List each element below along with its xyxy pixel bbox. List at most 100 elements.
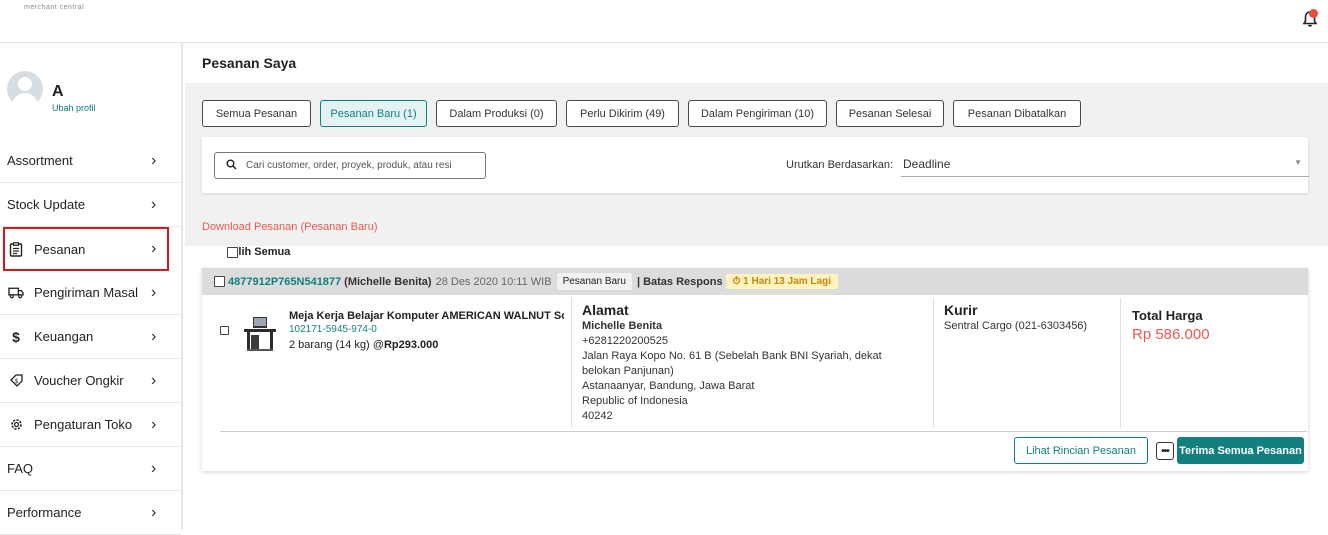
sidebar-item-label: FAQ (7, 461, 34, 476)
chevron-right-icon: › (151, 503, 157, 521)
sort-select[interactable]: Deadline ▼ (901, 150, 1309, 177)
divider (933, 298, 934, 428)
divider (571, 298, 572, 428)
page-title: Pesanan Saya (202, 55, 297, 71)
chevron-right-icon: › (151, 415, 157, 433)
notification-badge (1309, 9, 1318, 18)
shipping-address: Alamat Michelle Benita +6281220200525 Ja… (582, 303, 922, 424)
chevron-right-icon: › (151, 459, 157, 477)
chevron-right-icon: › (151, 240, 157, 257)
sidebar-item-keuangan[interactable]: $ Keuangan › (0, 315, 181, 359)
edit-profile-link[interactable]: Ubah profil (52, 103, 96, 113)
tab-pesanan-dibatalkan[interactable]: Pesanan Dibatalkan (953, 100, 1081, 127)
sidebar-menu: Assortment › Stock Update › Pesanan › Pe… (0, 139, 181, 535)
caret-down-icon: ▼ (1294, 158, 1302, 167)
tab-perlu-dikirim[interactable]: Perlu Dikirim (49) (566, 100, 679, 127)
chevron-right-icon: › (151, 371, 157, 389)
product-image[interactable] (242, 311, 278, 353)
timer-badge: ⏱ 1 Hari 13 Jam Lagi (725, 274, 838, 289)
truck-icon (8, 285, 24, 301)
sort-label: Urutkan Berdasarkan: (786, 159, 893, 171)
tab-semua-pesanan[interactable]: Semua Pesanan (202, 100, 311, 127)
select-all[interactable]: Pilih Semua (214, 246, 290, 258)
clipboard-icon (8, 241, 24, 257)
search-placeholder: Cari customer, order, proyek, produk, at… (246, 160, 452, 171)
download-orders-link[interactable]: Download Pesanan (Pesanan Baru) (202, 221, 378, 233)
dollar-icon: $ (12, 328, 20, 345)
address-phone: +6281220200525 (582, 335, 668, 347)
product-qty-text: 2 barang (14 kg) @ (289, 339, 384, 351)
courier-value: Sentral Cargo (021-6303456) (944, 320, 1088, 332)
total-heading: Total Harga (1132, 308, 1203, 323)
avatar[interactable] (7, 71, 43, 107)
tab-dalam-pengiriman[interactable]: Dalam Pengiriman (10) (688, 100, 827, 127)
brand-tagline: merchant central (24, 4, 85, 11)
sidebar-item-pengaturan-toko[interactable]: Pengaturan Toko › (0, 403, 181, 447)
sidebar-item-label: Assortment (7, 153, 73, 168)
tab-dalam-produksi[interactable]: Dalam Produksi (0) (436, 100, 557, 127)
search-input[interactable]: Cari customer, order, proyek, produk, at… (214, 152, 486, 179)
divider (1120, 298, 1121, 428)
sidebar-item-faq[interactable]: FAQ › (0, 447, 181, 491)
order-checkbox[interactable] (214, 276, 225, 287)
sidebar-item-label: Keuangan (34, 329, 94, 344)
gear-icon (8, 417, 24, 433)
tab-pesanan-selesai[interactable]: Pesanan Selesai (836, 100, 944, 127)
item-checkbox[interactable] (220, 326, 229, 335)
product-sku: 102171-5945-974-0 (289, 324, 377, 335)
courier: Kurir Sentral Cargo (021-6303456) (944, 303, 1087, 334)
voucher-icon: $ (8, 373, 24, 389)
order-date: 28 Des 2020 10:11 WIB (435, 275, 552, 288)
chevron-right-icon: › (151, 327, 157, 345)
sort-value: Deadline (903, 157, 951, 171)
divider (220, 431, 1307, 432)
chevron-right-icon: › (151, 283, 157, 301)
svg-text:$: $ (14, 378, 18, 385)
sidebar-item-performance[interactable]: Performance › (0, 491, 181, 535)
sidebar-item-assortment[interactable]: Assortment › (0, 139, 181, 183)
address-heading: Alamat (582, 302, 629, 318)
order-tabs: Semua Pesanan Pesanan Baru (1) Dalam Pro… (202, 100, 1090, 127)
user-name: A (52, 83, 64, 100)
chevron-right-icon: › (151, 195, 157, 213)
courier-heading: Kurir (944, 302, 978, 318)
order-header: 4877912P765N541877 (Michelle Benita) 28 … (202, 268, 1308, 295)
top-bar: dekoruma merchant central (0, 0, 1328, 535)
response-deadline-label: | Batas Respons (636, 275, 723, 288)
filter-bar: Cari customer, order, proyek, produk, at… (202, 137, 1309, 193)
status-badge: Pesanan Baru (556, 273, 632, 290)
accept-all-orders-button[interactable]: Terima Semua Pesanan (1177, 437, 1304, 464)
order-card: 4877912P765N541877 (Michelle Benita) 28 … (202, 268, 1308, 471)
sidebar-item-pengiriman-masal[interactable]: Pengiriman Masal › (0, 271, 181, 315)
select-all-checkbox[interactable] (227, 247, 238, 258)
tab-pesanan-baru[interactable]: Pesanan Baru (1) (320, 100, 427, 127)
sidebar-item-label: Stock Update (7, 197, 86, 212)
sidebar-item-label: Pengiriman Masal (34, 285, 139, 300)
product-quantity: 2 barang (14 kg) @Rp293.000 (289, 339, 438, 351)
address-street: Jalan Raya Kopo No. 61 B (Sebelah Bank B… (582, 350, 882, 377)
sidebar-item-voucher-ongkir[interactable]: $ Voucher Ongkir › (0, 359, 181, 403)
total-value: Rp 586.000 (1132, 326, 1210, 343)
address-name: Michelle Benita (582, 320, 663, 332)
order-id-link[interactable]: 4877912P765N541877 (228, 276, 341, 288)
sidebar-item-label: Pengaturan Toko (34, 417, 133, 432)
brand-logo[interactable]: dekoruma merchant central (24, 4, 1328, 535)
view-order-details-button[interactable]: Lihat Rincian Pesanan (1014, 437, 1148, 464)
main-content: Pesanan Saya Semua Pesanan Pesanan Baru … (185, 43, 1328, 529)
search-icon (226, 159, 237, 173)
customer-name: (Michelle Benita) (344, 275, 432, 288)
address-city: Astanaanyar, Bandung, Jawa Barat (582, 380, 755, 392)
sidebar-item-label: Pesanan (34, 241, 86, 257)
product-price: Rp293.000 (383, 339, 439, 351)
more-options-button[interactable]: ••• (1156, 442, 1174, 460)
product-name[interactable]: Meja Kerja Belajar Komputer AMERICAN WAL… (289, 310, 564, 322)
timer-text: 1 Hari 13 Jam Lagi (743, 276, 831, 287)
clock-icon: ⏱ (732, 276, 741, 287)
sidebar-item-pesanan[interactable]: Pesanan › (3, 227, 169, 271)
total-price: Total Harga Rp 586.000 (1132, 308, 1210, 343)
sidebar-item-stock-update[interactable]: Stock Update › (0, 183, 181, 227)
sidebar: A Ubah profil Assortment › Stock Update … (0, 43, 183, 535)
sidebar-item-label: Voucher Ongkir (34, 373, 124, 388)
address-country: Republic of Indonesia (582, 395, 688, 407)
chevron-right-icon: › (151, 151, 157, 169)
